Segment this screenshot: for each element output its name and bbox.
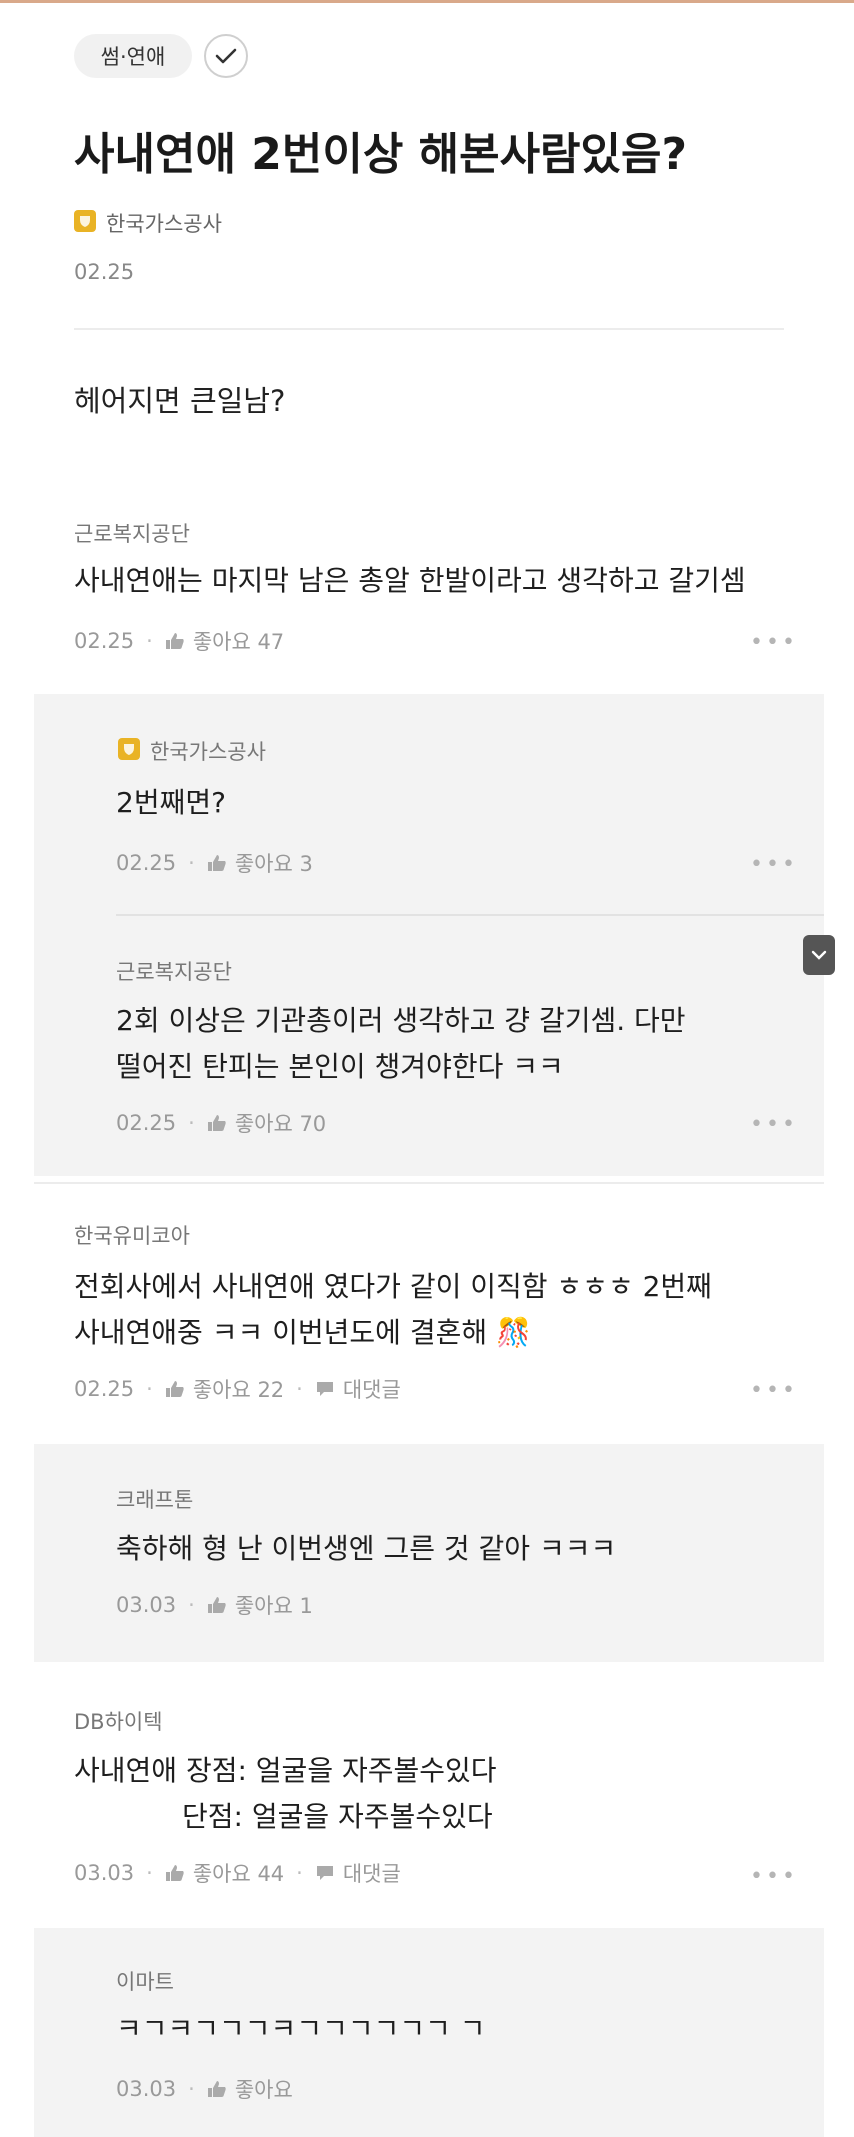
divider [34,1182,824,1184]
reply-date: 02.25 [116,1111,177,1135]
speech-bubble-icon[interactable] [315,1380,335,1398]
comment-text: 전회사에서 사내연애 였다가 같이 이직함 ㅎㅎㅎ 2번째 [74,1270,712,1303]
meta-separator: · [146,1861,153,1885]
thumbs-up-icon[interactable] [207,854,227,872]
verified-badge-icon [74,210,96,232]
reply-button[interactable]: 대댓글 [343,1374,401,1404]
comment-date: 02.25 [74,1377,135,1401]
like-count[interactable]: 좋아요 47 [193,626,284,656]
top-accent-line [0,0,854,3]
meta-separator: · [146,629,153,653]
meta-separator: · [296,1861,303,1885]
verified-badge-icon [118,738,140,760]
reply-meta: 02.25 · 좋아요 3 [116,848,313,878]
like-count[interactable]: 좋아요 3 [235,848,313,878]
meta-separator: · [188,2077,195,2101]
reply-meta: 02.25 · 좋아요 70 [116,1108,326,1138]
reply-thread [34,694,824,1176]
comment-meta: 02.25 · 좋아요 22 · 대댓글 [74,1374,401,1404]
more-horizontal-icon[interactable]: ••• [750,630,798,655]
meta-separator: · [146,1377,153,1401]
post-title: 사내연애 2번이상 해본사람있음? [74,129,688,180]
thumbs-up-icon[interactable] [165,632,185,650]
comment-meta: 03.03 · 좋아요 44 · 대댓글 [74,1858,401,1888]
comment-company[interactable]: DB하이텍 [74,1706,163,1736]
like-count[interactable]: 좋아요 1 [235,1590,313,1620]
more-horizontal-icon[interactable]: ••• [750,852,798,877]
post-date: 02.25 [74,260,135,284]
checkmark-icon [215,48,237,64]
like-count[interactable]: 좋아요 44 [193,1858,284,1888]
reply-text: 떨어진 탄피는 본인이 챙겨야한다 ㅋㅋ [116,1050,564,1083]
divider [116,914,824,916]
post-body: 헤어지면 큰일남? [74,384,286,418]
reply-company[interactable]: 한국가스공사 [150,736,266,766]
reply-date: 03.03 [116,1593,177,1617]
comment-text: 사내연애중 ㅋㅋ 이번년도에 결혼해 🎊 [74,1316,531,1349]
reply-company[interactable]: 크래프톤 [116,1484,193,1514]
meta-separator: · [188,851,195,875]
comment-text: 사내연애 장점: 얼굴을 자주볼수있다 [74,1754,497,1787]
more-horizontal-icon[interactable]: ••• [750,1864,798,1889]
reply-date: 02.25 [116,851,177,875]
comment-text: 사내연애는 마지막 남은 총알 한발이라고 생각하고 갈기셈 [74,564,746,597]
reply-meta: 03.03 · 좋아요 [116,2074,293,2104]
post-author-company[interactable]: 한국가스공사 [106,208,222,238]
thumbs-up-icon[interactable] [165,1864,185,1882]
category-chip[interactable]: 썸·연애 [74,34,192,78]
reply-company[interactable]: 이마트 [116,1966,174,1996]
divider [74,328,784,330]
more-horizontal-icon[interactable]: ••• [750,1378,798,1403]
comment-date: 03.03 [74,1861,135,1885]
reply-company[interactable]: 근로복지공단 [116,956,232,986]
reply-meta: 03.03 · 좋아요 1 [116,1590,313,1620]
comment-company[interactable]: 근로복지공단 [74,518,190,548]
like-count[interactable]: 좋아요 22 [193,1374,284,1404]
comment-company[interactable]: 한국유미코아 [74,1220,190,1250]
reply-button[interactable]: 대댓글 [343,1858,401,1888]
meta-separator: · [188,1111,195,1135]
thumbs-up-icon[interactable] [165,1380,185,1398]
reply-text: ㅋㄱㅋㄱㄱㄱㅋㄱㄱㄱㄱㄱㄱ ㄱ [116,2012,486,2045]
scroll-down-button[interactable] [803,935,835,975]
comment-date: 02.25 [74,629,135,653]
more-horizontal-icon[interactable]: ••• [750,1112,798,1137]
chevron-down-icon [811,950,827,960]
comment-meta: 02.25 · 좋아요 47 [74,626,284,656]
reply-text: 축하해 형 난 이번생엔 그른 것 같아 ㅋㅋㅋ [116,1532,617,1565]
checkmark-button[interactable] [204,34,248,78]
speech-bubble-icon[interactable] [315,1864,335,1882]
like-count[interactable]: 좋아요 70 [235,1108,326,1138]
thumbs-up-icon[interactable] [207,1596,227,1614]
thumbs-up-icon[interactable] [207,1114,227,1132]
reply-text: 2번째면? [116,786,226,819]
thumbs-up-icon[interactable] [207,2080,227,2098]
reply-date: 03.03 [116,2077,177,2101]
meta-separator: · [296,1377,303,1401]
reply-text: 2회 이상은 기관총이러 생각하고 걍 갈기셈. 다만 [116,1004,686,1037]
comment-text: 단점: 얼굴을 자주볼수있다 [182,1800,493,1833]
like-count[interactable]: 좋아요 [235,2074,293,2104]
meta-separator: · [188,1593,195,1617]
